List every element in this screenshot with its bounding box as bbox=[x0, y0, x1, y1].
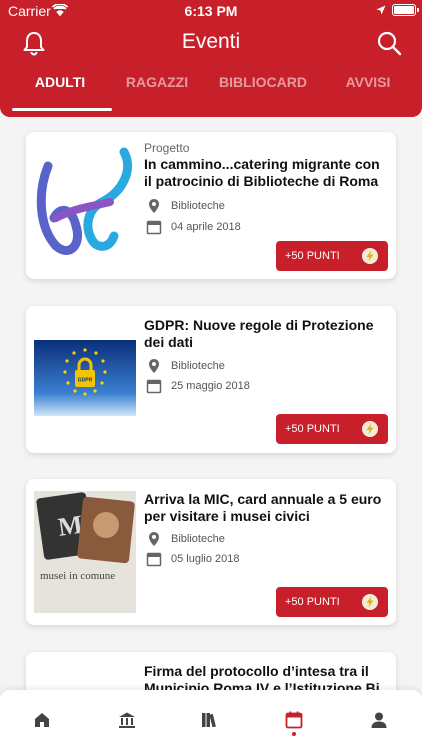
location-pin-icon bbox=[149, 199, 159, 213]
lightning-bolt-icon bbox=[362, 248, 378, 264]
event-place: Biblioteche bbox=[171, 200, 225, 212]
home-icon[interactable] bbox=[33, 711, 51, 729]
calendar-icon[interactable] bbox=[285, 711, 303, 729]
library-building-icon[interactable] bbox=[118, 711, 136, 729]
event-category: Progetto bbox=[144, 141, 190, 155]
clock: 6:13 PM bbox=[184, 3, 238, 19]
gdpr-thumb-label: GDPR bbox=[78, 378, 93, 384]
lightning-bolt-icon bbox=[362, 421, 378, 437]
event-card[interactable]: Progetto In cammino...catering migrante … bbox=[26, 132, 396, 279]
app-header: Carrier 6:13 PM Eventi ADULTI RAGAZZI BI… bbox=[0, 0, 422, 117]
event-date: 04 aprile 2018 bbox=[171, 221, 241, 233]
page-title: Eventi bbox=[181, 30, 241, 53]
event-date: 25 maggio 2018 bbox=[171, 380, 250, 392]
points-label: +50 PUNTI bbox=[285, 423, 340, 435]
tab-ragazzi[interactable]: RAGAZZI bbox=[109, 74, 205, 90]
points-button[interactable]: +50 PUNTI bbox=[276, 414, 388, 444]
event-card[interactable]: M musei in comune Arriva la MIC, card an… bbox=[26, 479, 396, 625]
tab-adulti[interactable]: ADULTI bbox=[12, 74, 108, 90]
calendar-icon bbox=[146, 379, 162, 394]
location-pin-icon bbox=[149, 532, 159, 546]
active-tab-indicator bbox=[12, 108, 112, 111]
ribbon-h-logo-icon bbox=[36, 147, 133, 255]
mic-card-icon: M musei in comune bbox=[34, 491, 136, 613]
event-place: Biblioteche bbox=[171, 360, 225, 372]
event-title: In cammino...catering migrante con il pa… bbox=[144, 156, 380, 189]
event-title: Arriva la MIC, card annuale a 5 euro per… bbox=[144, 491, 382, 524]
location-pin-icon bbox=[149, 359, 159, 373]
tab-avvisi[interactable]: AVVISI bbox=[320, 74, 416, 90]
active-tab-dot bbox=[292, 732, 296, 736]
points-label: +50 PUNTI bbox=[285, 250, 340, 262]
location-arrow-icon bbox=[376, 5, 386, 15]
status-bar: Carrier 6:13 PM bbox=[0, 0, 422, 22]
event-date: 05 luglio 2018 bbox=[171, 553, 240, 565]
battery-icon bbox=[392, 4, 419, 16]
points-label: +50 PUNTI bbox=[285, 596, 340, 608]
mic-thumb-label: musei in comune bbox=[40, 570, 115, 582]
calendar-icon bbox=[146, 220, 162, 235]
books-icon[interactable] bbox=[201, 711, 219, 729]
calendar-icon bbox=[146, 552, 162, 567]
search-icon[interactable] bbox=[376, 30, 402, 56]
points-button[interactable]: +50 PUNTI bbox=[276, 241, 388, 271]
event-place: Biblioteche bbox=[171, 533, 225, 545]
bottom-tab-bar bbox=[0, 690, 422, 750]
eu-gdpr-padlock-icon: GDPR bbox=[34, 340, 136, 416]
event-title: GDPR: Nuove regole di Protezione dei dat… bbox=[144, 317, 374, 350]
points-button[interactable]: +50 PUNTI bbox=[276, 587, 388, 617]
tab-bibliocard[interactable]: BIBLIOCARD bbox=[215, 74, 311, 90]
profile-icon[interactable] bbox=[370, 711, 388, 729]
lightning-bolt-icon bbox=[362, 594, 378, 610]
event-card[interactable]: GDPR GDPR: Nuove regole di Protezione de… bbox=[26, 306, 396, 453]
